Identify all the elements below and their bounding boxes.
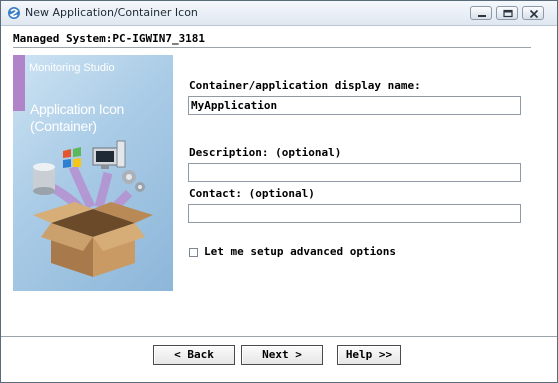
managed-system-label: Managed System:PC-IGWIN7_3181 [13, 32, 206, 45]
advanced-options-label[interactable]: Let me setup advanced options [204, 245, 396, 258]
advanced-options-checkbox[interactable] [189, 248, 198, 257]
open-box-icon [33, 202, 153, 277]
header-divider [13, 47, 531, 49]
maximize-icon [503, 9, 513, 18]
monitor-icon [92, 140, 126, 169]
dialog-window: New Application/Container Icon Managed S… [0, 0, 558, 383]
app-icon [7, 5, 21, 19]
window-title: New Application/Container Icon [25, 6, 198, 19]
description-field[interactable] [188, 163, 521, 182]
database-icon [33, 163, 55, 195]
display-name-label: Container/application display name: [189, 79, 421, 92]
footer-divider [1, 336, 557, 338]
description-label: Description: (optional) [189, 146, 342, 159]
display-name-field[interactable] [188, 96, 521, 115]
next-button[interactable]: Next > [241, 345, 323, 365]
close-icon [529, 9, 539, 19]
windows-logo-icon [63, 147, 81, 168]
contact-label: Contact: (optional) [189, 187, 315, 200]
container-illustration [33, 140, 153, 277]
gears-icon [122, 170, 145, 192]
close-button[interactable] [522, 6, 544, 20]
title-bar[interactable]: New Application/Container Icon [1, 1, 557, 26]
contact-field[interactable] [188, 204, 521, 223]
back-button[interactable]: < Back [153, 345, 235, 365]
help-button[interactable]: Help >> [337, 345, 401, 365]
minimize-icon [478, 15, 486, 17]
minimize-button[interactable] [470, 6, 492, 20]
maximize-button[interactable] [496, 6, 518, 20]
wizard-banner: Monitoring Studio Application Icon (Cont… [13, 55, 173, 291]
